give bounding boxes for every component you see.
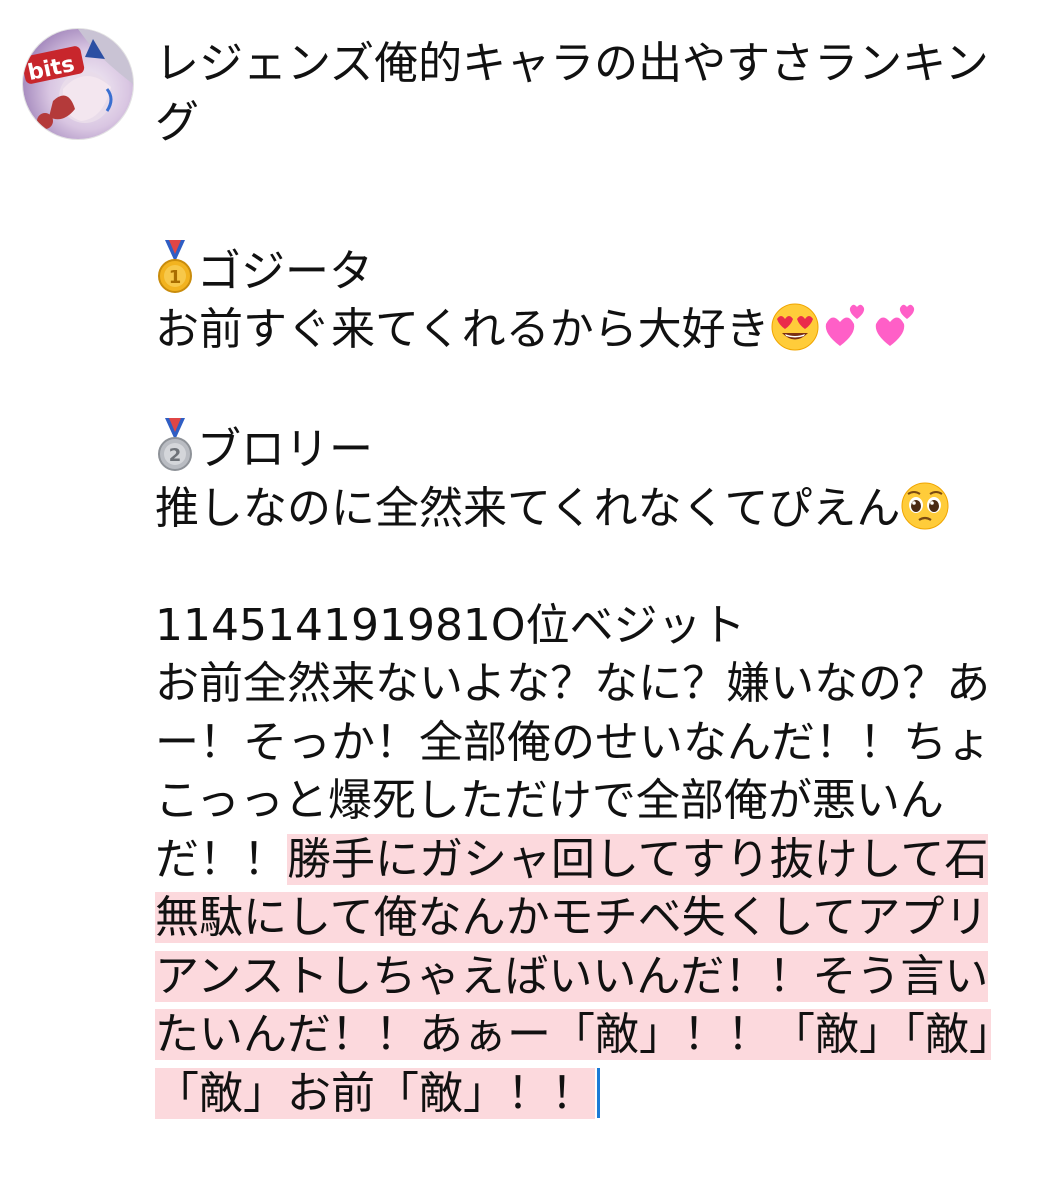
gold-medal-icon: 1 <box>158 239 192 293</box>
rank1-comment-line: お前すぐ来てくれるから大好き <box>155 301 1005 360</box>
text-cursor <box>597 1067 600 1118</box>
post-body[interactable]: レジェンズ俺的キャラの出やすさランキング 1 ゴジータ お前すぐ来てくれるから大… <box>155 35 1005 1123</box>
avatar-image: bits <box>23 29 133 139</box>
pleading-face-emoji-icon <box>901 482 949 529</box>
rank1-comment: お前すぐ来てくれるから大好き <box>155 304 770 355</box>
rank-last-comment[interactable]: お前全然来ないよな？なに？嫌いなの？あー！そっか！全部俺のせいなんだ！！ちょこっ… <box>155 655 1005 1123</box>
profile-avatar[interactable]: bits <box>22 28 134 140</box>
svg-text:1: 1 <box>169 267 182 288</box>
two-hearts-emoji-icon <box>825 304 864 346</box>
rank2-name: ブロリー <box>197 424 373 475</box>
post-title: レジェンズ俺的キャラの出やすさランキング <box>155 38 989 148</box>
heart-eyes-emoji-icon <box>771 303 819 351</box>
rank2-line: 2 ブロリー <box>155 418 1005 480</box>
selected-text-3[interactable]: 「敵」！！ <box>375 1067 595 1119</box>
rank1-line: 1 ゴジータ <box>155 239 1005 302</box>
rank1-name: ゴジータ <box>197 245 373 297</box>
rank2-comment-line: 推しなのに全然来てくれなくてぴえん <box>155 480 1005 539</box>
svg-text:2: 2 <box>169 445 182 466</box>
two-hearts-emoji-icon <box>875 304 914 346</box>
rank2-comment: 推しなのに全然来てくれなくてぴえん <box>155 482 901 534</box>
rank-last-line: 114514191981O位ベジット <box>155 599 746 651</box>
silver-medal-icon: 2 <box>158 418 192 471</box>
